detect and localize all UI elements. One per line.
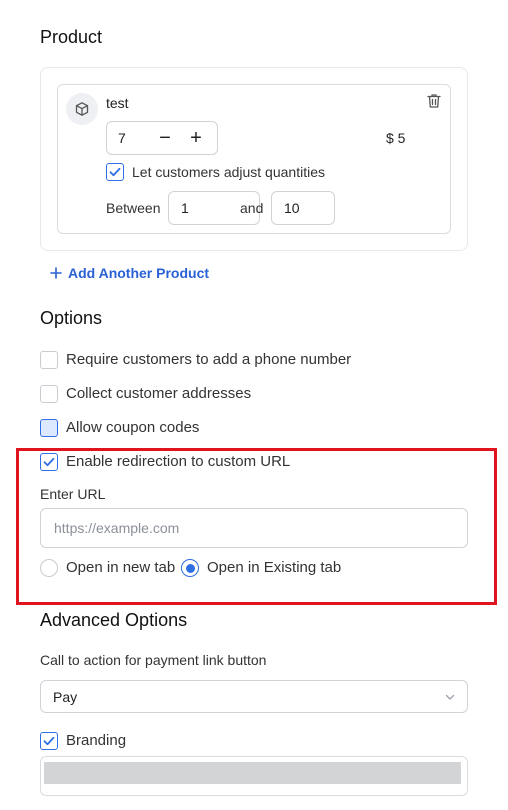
check-icon (109, 167, 121, 177)
trash-icon (427, 94, 441, 108)
and-label: and (240, 200, 264, 216)
product-name: test (106, 95, 129, 111)
product-section-title: Product (40, 27, 103, 47)
addresses-label: Collect customer addresses (66, 385, 252, 402)
add-another-product-label: Add Another Product (68, 265, 210, 281)
chevron-down-icon (444, 690, 456, 708)
open-new-tab-radio[interactable] (40, 559, 58, 577)
phone-number-checkbox[interactable] (40, 351, 58, 369)
branding-label: Branding (66, 732, 127, 749)
open-existing-tab-radio[interactable] (181, 559, 199, 577)
cta-select-value: Pay (53, 688, 78, 705)
cta-select[interactable]: Pay (40, 680, 468, 713)
branding-checkbox[interactable] (40, 732, 58, 750)
open-new-tab-label: Open in new tab (66, 559, 176, 576)
quantity-value[interactable]: 7 (118, 130, 126, 146)
options-section-title: Options (40, 308, 103, 328)
addresses-checkbox[interactable] (40, 385, 58, 403)
max-quantity-input[interactable]: 10 (271, 191, 335, 225)
plus-icon (50, 267, 62, 279)
increment-button[interactable]: + (184, 126, 208, 150)
advanced-options-title: Advanced Options (40, 610, 188, 630)
redirect-url-checkbox[interactable] (40, 453, 58, 471)
check-icon (43, 457, 55, 467)
coupon-codes-label: Allow coupon codes (66, 419, 200, 436)
phone-number-label: Require customers to add a phone number (66, 351, 352, 368)
between-label: Between (106, 200, 161, 216)
product-box-icon (66, 93, 98, 125)
adjust-quantities-label: Let customers adjust quantities (132, 164, 325, 180)
redacted-branding-preview (44, 762, 461, 784)
add-another-product-button[interactable]: Add Another Product (50, 265, 209, 281)
cta-label: Call to action for payment link button (40, 652, 267, 668)
decrement-button[interactable]: − (153, 126, 177, 150)
delete-product-button[interactable] (425, 92, 443, 110)
adjust-quantities-checkbox[interactable] (106, 163, 124, 181)
redirect-url-label: Enable redirection to custom URL (66, 453, 291, 470)
check-icon (43, 736, 55, 746)
open-existing-tab-label: Open in Existing tab (207, 559, 342, 576)
coupon-codes-checkbox[interactable] (40, 419, 58, 437)
url-input[interactable]: https://example.com (40, 508, 468, 548)
enter-url-label: Enter URL (40, 486, 106, 502)
product-price: $ 5 (386, 130, 406, 146)
